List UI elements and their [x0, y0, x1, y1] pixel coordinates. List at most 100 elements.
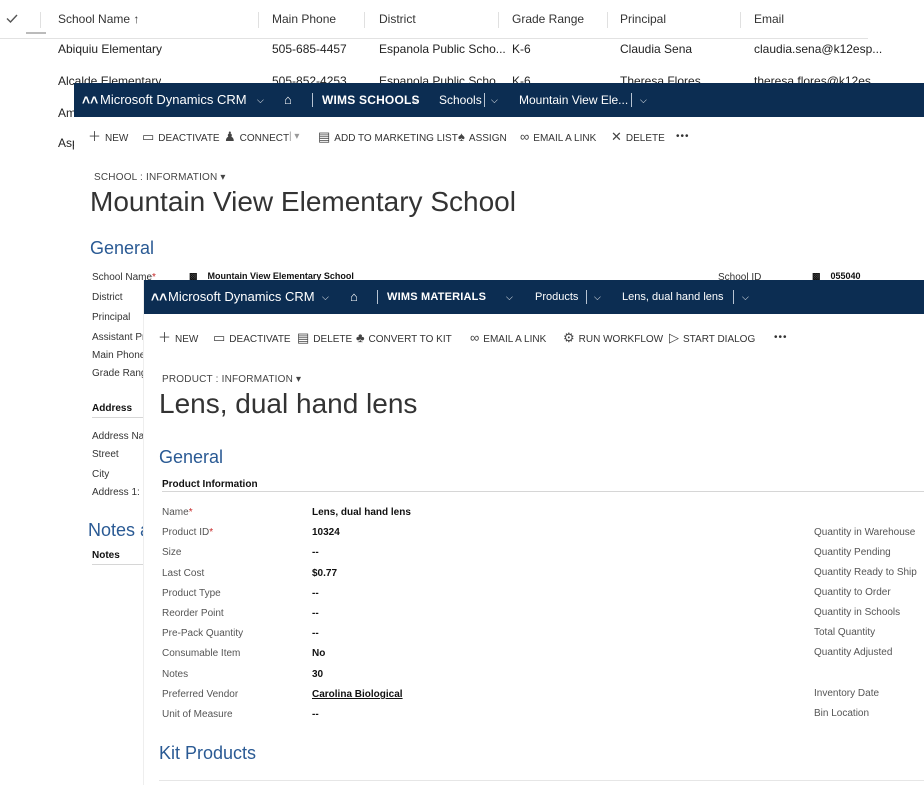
label-city: City — [92, 469, 110, 480]
form-selector[interactable]: SCHOOL : INFORMATION ▾ — [94, 172, 226, 183]
delete-button[interactable]: ▤ DELETE — [297, 318, 352, 360]
section-general: General — [90, 238, 155, 258]
more-commands-button[interactable]: ••• — [774, 318, 788, 358]
field-label: Last Cost — [162, 568, 205, 579]
field-value[interactable]: -- — [312, 709, 319, 720]
delete-button[interactable]: ✕ DELETE — [611, 117, 665, 159]
inventory-label: Quantity in Schools — [814, 607, 901, 618]
chevron-down-icon[interactable]: ⌵ — [257, 83, 264, 117]
column-header-grade-range[interactable]: Grade Range — [512, 0, 584, 38]
home-icon[interactable]: ⌂ — [284, 83, 292, 117]
record-lens[interactable]: Lens, dual hand lens — [622, 280, 724, 314]
column-header-district[interactable]: District — [379, 0, 416, 38]
chevron-down-icon[interactable]: ⌵ — [594, 280, 601, 314]
field-label: Name* — [162, 507, 193, 518]
column-header-principal[interactable]: Principal — [620, 0, 666, 38]
app-name[interactable]: Microsoft Dynamics CRM — [100, 83, 247, 117]
kit-icon: ♣ — [356, 330, 365, 345]
entity-schools[interactable]: Schools — [439, 83, 482, 117]
inventory-label: Quantity Adjusted — [814, 647, 893, 658]
inventory-label: Quantity to Order — [814, 587, 891, 598]
connect-button[interactable]: ♟ CONNECT — [224, 117, 289, 159]
email-link-button[interactable]: ∞ EMAIL A LINK — [520, 117, 596, 159]
field-value[interactable]: Lens, dual hand lens — [312, 507, 411, 518]
cell-school-name[interactable]: Abiquiu Elementary — [58, 34, 162, 64]
section-kit-products: Kit Products — [159, 743, 257, 763]
inventory-label: Bin Location — [814, 708, 870, 719]
document-icon: ▭ — [142, 129, 155, 144]
field-value[interactable]: No — [312, 648, 325, 659]
inventory-label: Quantity Ready to Ship — [814, 567, 917, 578]
trash-icon: ▤ — [297, 330, 310, 345]
app-name[interactable]: Microsoft Dynamics CRM — [168, 280, 315, 314]
select-all-checkbox[interactable] — [6, 14, 18, 23]
people-icon: ♟ — [224, 129, 236, 144]
table-row[interactable]: Abiquiu Elementary 505-685-4457 Espanola… — [0, 34, 882, 64]
new-button[interactable]: ＋ NEW — [158, 318, 198, 360]
more-commands-button[interactable]: ••• — [676, 117, 690, 157]
chevron-down-icon[interactable]: ⌵ — [412, 83, 419, 117]
field-value[interactable]: -- — [312, 628, 319, 639]
column-header-email[interactable]: Email — [754, 0, 784, 38]
chevron-down-icon[interactable]: ⌵ — [322, 280, 329, 314]
cell-email[interactable]: claudia.sena@k12esp... — [754, 34, 882, 64]
product-navbar: ˄˄ Microsoft Dynamics CRM ⌵ ⌂ WIMS MATER… — [144, 280, 924, 314]
plus-icon: ＋ — [158, 330, 172, 345]
deactivate-button[interactable]: ▭ DEACTIVATE — [142, 117, 220, 159]
section-general: General — [159, 447, 224, 467]
field-value[interactable]: 30 — [312, 669, 323, 680]
entity-products[interactable]: Products — [535, 280, 578, 314]
dynamics-logo-icon[interactable]: ˄˄ — [151, 280, 167, 314]
run-workflow-button[interactable]: ⚙ RUN WORKFLOW — [563, 318, 663, 360]
chevron-down-icon[interactable]: ⌵ — [491, 83, 498, 117]
list-icon: ▤ — [318, 129, 331, 144]
field-value[interactable]: -- — [312, 608, 319, 619]
record-mountain-view[interactable]: Mountain View Ele... — [519, 83, 628, 117]
field-value[interactable]: $0.77 — [312, 568, 337, 579]
field-label: Unit of Measure — [162, 709, 233, 720]
column-header-main-phone[interactable]: Main Phone — [272, 0, 336, 38]
area-wims-schools[interactable]: WIMS SCHOOLS — [322, 83, 420, 117]
assign-button[interactable]: ♠ ASSIGN — [458, 117, 507, 159]
field-label: Product Type — [162, 588, 221, 599]
email-link-button[interactable]: ∞ EMAIL A LINK — [470, 318, 546, 360]
home-icon[interactable]: ⌂ — [350, 280, 358, 314]
field-label: Preferred Vendor — [162, 689, 239, 700]
notes-tab[interactable]: Notes — [92, 550, 120, 561]
assign-icon: ♠ — [458, 129, 465, 144]
field-label: Consumable Item — [162, 648, 241, 659]
link-icon: ∞ — [520, 129, 530, 144]
cell-main-phone: 505-685-4457 — [272, 42, 347, 56]
field-value[interactable]: 10324 — [312, 527, 340, 538]
product-form-window: ˄˄ Microsoft Dynamics CRM ⌵ ⌂ WIMS MATER… — [144, 280, 924, 785]
deactivate-button[interactable]: ▭ DEACTIVATE — [213, 318, 291, 360]
chevron-down-icon[interactable]: ⌵ — [742, 280, 749, 314]
area-wims-materials[interactable]: WIMS MATERIALS — [387, 280, 486, 314]
add-to-marketing-list-button[interactable]: ▤ ADD TO MARKETING LIST — [318, 117, 458, 159]
document-icon: ▭ — [213, 330, 226, 345]
new-button[interactable]: ＋ NEW — [88, 117, 128, 159]
school-command-bar: ＋ NEW ▭ DEACTIVATE ♟ CONNECT | ▾ ▤ ADD TO MA… — [74, 117, 924, 157]
field-value[interactable]: Carolina Biological — [312, 689, 403, 700]
link-icon: ∞ — [470, 330, 480, 345]
inventory-label: Quantity Pending — [814, 547, 891, 558]
label-main-phone: Main Phone — [92, 350, 146, 361]
field-value[interactable]: -- — [312, 547, 319, 558]
convert-to-kit-button[interactable]: ♣ CONVERT TO KIT — [356, 318, 452, 360]
school-navbar: ˄˄ Microsoft Dynamics CRM ⌵ ⌂ WIMS SCHOO… — [74, 83, 924, 117]
chevron-down-icon[interactable]: ⌵ — [506, 280, 513, 314]
field-label: Reorder Point — [162, 608, 224, 619]
start-dialog-button[interactable]: ▷ START DIALOG — [669, 318, 755, 360]
field-label: Size — [162, 547, 182, 558]
field-value[interactable]: -- — [312, 588, 319, 599]
column-header-school-name[interactable]: School Name ↑ — [58, 0, 139, 38]
connect-dropdown[interactable]: | ▾ — [289, 117, 299, 157]
form-selector[interactable]: PRODUCT : INFORMATION ▾ — [162, 374, 301, 385]
dynamics-logo-icon[interactable]: ˄˄ — [82, 83, 98, 117]
product-command-bar: ＋ NEW ▭ DEACTIVATE ▤ DELETE ♣ CONVERT TO KIT… — [144, 318, 924, 358]
label-assistant-principal: Assistant Pr — [92, 332, 146, 343]
cell-principal: Claudia Sena — [620, 42, 693, 56]
chevron-down-icon[interactable]: ⌵ — [640, 83, 647, 117]
cell-district: Espanola Public Scho... — [379, 42, 506, 56]
workflow-icon: ⚙ — [563, 330, 575, 345]
